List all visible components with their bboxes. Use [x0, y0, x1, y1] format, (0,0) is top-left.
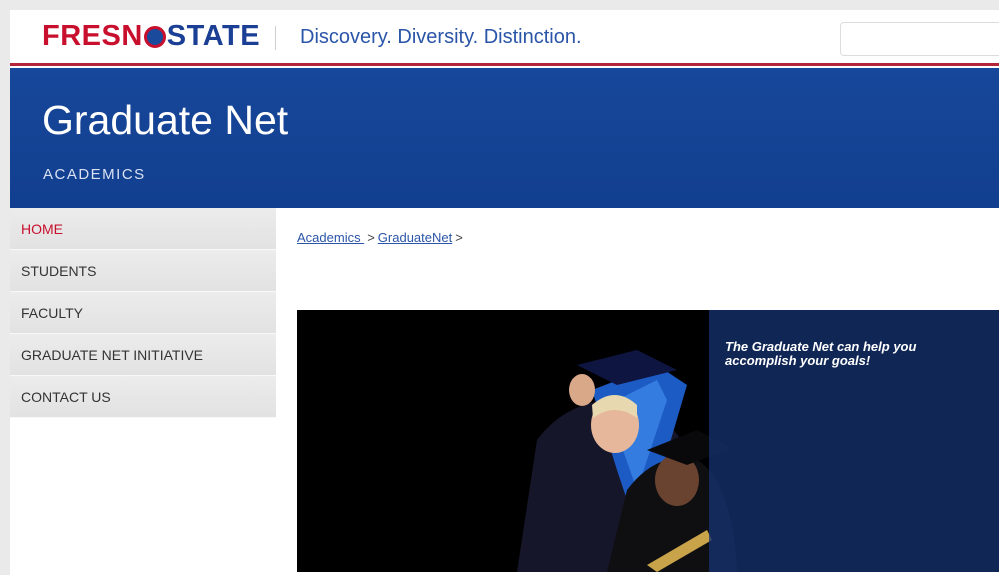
seal-icon: [143, 26, 166, 48]
breadcrumb-academics[interactable]: Academics: [297, 230, 364, 245]
sidebar-item-students[interactable]: STUDENTS: [10, 250, 276, 292]
breadcrumb-separator: >: [367, 230, 375, 245]
page: FRESN STATE Discovery. Diversity. Distinc…: [10, 10, 999, 575]
fresno-state-logo[interactable]: FRESN STATE: [42, 18, 260, 54]
logo-text-state: STATE: [166, 20, 261, 52]
breadcrumb: Academics > GraduateNet >: [297, 230, 466, 245]
hero-overlay: The Graduate Net can help you accomplish…: [709, 310, 999, 572]
hero-banner[interactable]: The Graduate Net can help you accomplish…: [297, 310, 999, 572]
logo-text-fresno: FRESN: [42, 20, 143, 52]
sidebar-item-contact-us[interactable]: CONTACT US: [10, 376, 276, 418]
sidebar-item-home[interactable]: HOME: [10, 208, 276, 250]
breadcrumb-separator: >: [455, 230, 463, 245]
site-banner: Graduate Net ACADEMICS: [10, 68, 999, 208]
site-title[interactable]: Graduate Net: [42, 96, 288, 144]
sidebar-item-graduate-net-initiative[interactable]: GRADUATE NET INITIATIVE: [10, 334, 276, 376]
tagline: Discovery. Diversity. Distinction.: [300, 26, 582, 48]
breadcrumb-graduatenet[interactable]: GraduateNet: [378, 230, 452, 245]
header-divider: [275, 26, 276, 50]
site-section-label[interactable]: ACADEMICS: [43, 166, 146, 183]
sidebar-item-faculty[interactable]: FACULTY: [10, 292, 276, 334]
graduation-photo: [517, 350, 737, 572]
hero-caption: The Graduate Net can help you accomplish…: [725, 339, 917, 368]
top-header: FRESN STATE Discovery. Diversity. Distinc…: [10, 10, 999, 66]
search-input[interactable]: [840, 22, 999, 56]
sidebar-nav: HOME STUDENTS FACULTY GRADUATE NET INITI…: [10, 208, 276, 418]
